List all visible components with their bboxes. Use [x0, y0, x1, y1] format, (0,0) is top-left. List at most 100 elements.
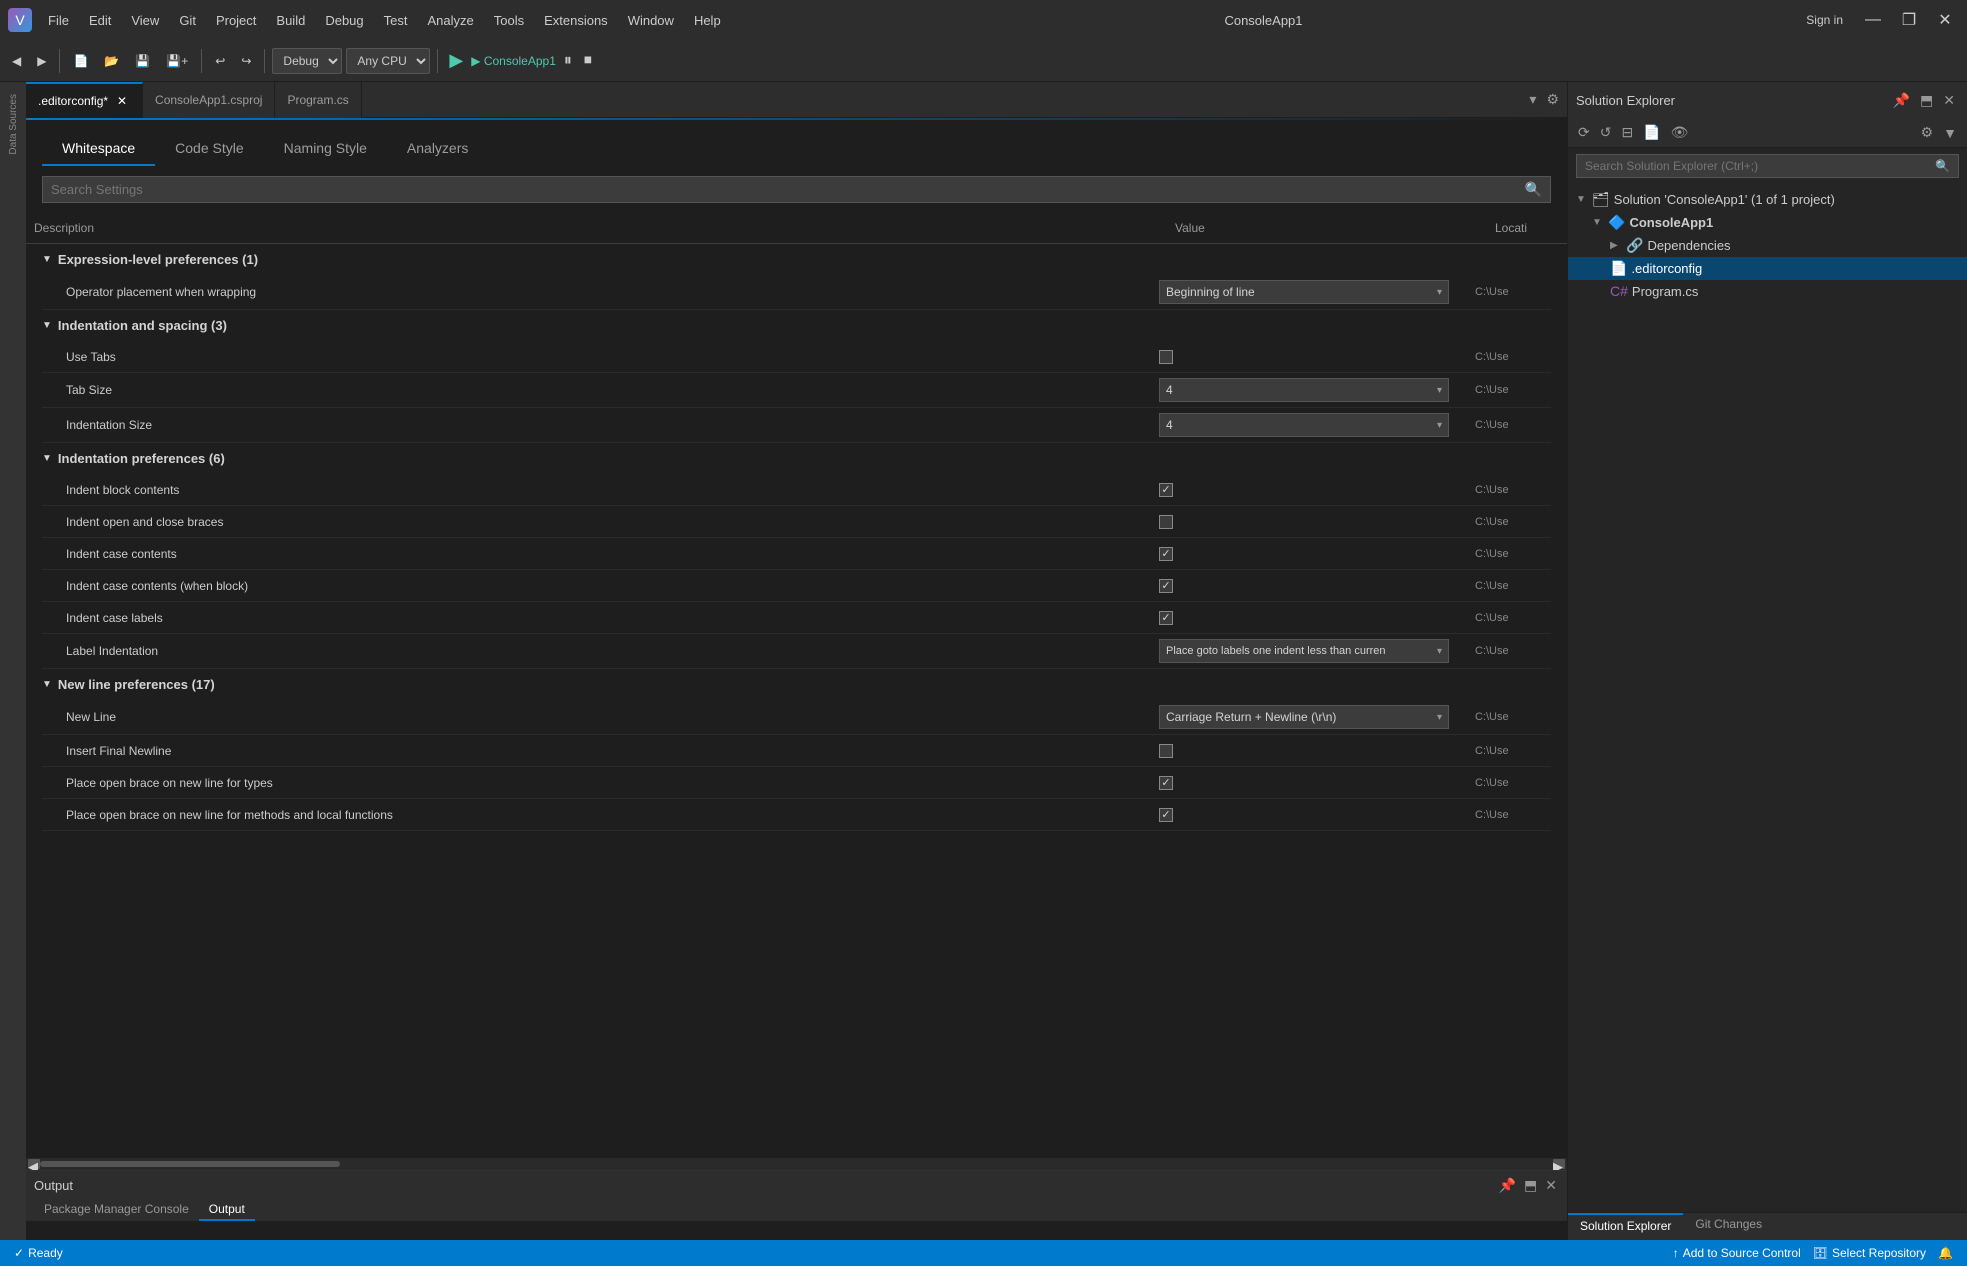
se-float-button[interactable]: ⬒ [1916, 90, 1937, 111]
pause-button[interactable]: ⏸ [560, 52, 576, 70]
title-bar: V FileEditViewGitProjectBuildDebugTestAn… [0, 0, 1967, 40]
section-expression-level[interactable]: ▼ Expression-level preferences (1) [42, 244, 1551, 275]
platform-dropdown[interactable]: Any CPU [346, 48, 430, 74]
new-project-button[interactable]: 📄 [67, 47, 94, 75]
tab-editorconfig[interactable]: .editorconfig* ✕ [26, 82, 143, 118]
se-sync-button[interactable]: ⟳ [1574, 122, 1594, 143]
indent-case-block-checkbox[interactable]: ✓ [1159, 579, 1173, 593]
menu-item-git[interactable]: Git [171, 9, 204, 32]
menu-item-file[interactable]: File [40, 9, 77, 32]
tree-project[interactable]: ▼ 🔷 ConsoleApp1 [1568, 211, 1967, 234]
scrollbar-track[interactable] [40, 1161, 1553, 1167]
notification-bell-button[interactable]: 🔔 [1932, 1246, 1959, 1260]
minimize-button[interactable]: — [1859, 6, 1887, 34]
operator-placement-dropdown[interactable]: Beginning of line ▾ [1159, 280, 1449, 304]
maximize-button[interactable]: ❐ [1895, 6, 1923, 34]
add-source-control-button[interactable]: ↑ Add to Source Control [1667, 1246, 1807, 1260]
settings-tab-namingstyle[interactable]: Naming Style [264, 132, 387, 166]
scroll-right-button[interactable]: ▶ [1553, 1159, 1565, 1169]
scrollbar-thumb[interactable] [40, 1161, 340, 1167]
tab-editorconfig-close[interactable]: ✕ [114, 93, 130, 109]
se-close-button[interactable]: ✕ [1939, 90, 1959, 111]
tab-program[interactable]: Program.cs [275, 82, 361, 118]
run-button[interactable]: ▶ [445, 50, 467, 71]
insert-final-newline-checkbox[interactable] [1159, 744, 1173, 758]
tree-program[interactable]: C# Program.cs [1568, 280, 1967, 302]
menu-item-edit[interactable]: Edit [81, 9, 119, 32]
menu-item-build[interactable]: Build [268, 9, 313, 32]
menu-item-project[interactable]: Project [208, 9, 264, 32]
open-brace-methods-checkbox[interactable]: ✓ [1159, 808, 1173, 822]
tab-size-dropdown[interactable]: 4 ▾ [1159, 378, 1449, 402]
indent-block-checkbox[interactable]: ✓ [1159, 483, 1173, 497]
select-repository-button[interactable]: 🗄 Select Repository [1807, 1246, 1932, 1260]
indent-braces-checkbox[interactable] [1159, 515, 1173, 529]
tree-editorconfig[interactable]: 📄 .editorconfig [1568, 257, 1967, 280]
section-indentation-prefs[interactable]: ▼ Indentation preferences (6) [42, 443, 1551, 474]
close-button[interactable]: ✕ [1931, 6, 1959, 34]
row-indent-block: Indent block contents ✓ C:\Use [42, 474, 1551, 506]
nav-back-button[interactable]: ◀ [6, 47, 27, 75]
menu-item-help[interactable]: Help [686, 9, 729, 32]
menu-item-view[interactable]: View [123, 9, 167, 32]
stop-button[interactable]: ⏹ [580, 52, 596, 70]
output-float-button[interactable]: ⬒ [1522, 1175, 1539, 1196]
output-tab-package-manager[interactable]: Package Manager Console [34, 1199, 199, 1221]
settings-tab-codestyle[interactable]: Code Style [155, 132, 263, 166]
settings-tab-whitespace[interactable]: Whitespace [42, 132, 155, 166]
menu-item-test[interactable]: Test [376, 9, 416, 32]
open-brace-types-checkbox[interactable]: ✓ [1159, 776, 1173, 790]
se-bottom-tabs: Solution Explorer Git Changes [1568, 1212, 1967, 1240]
se-filter-button[interactable]: ▼ [1939, 122, 1961, 143]
tab-bar-actions: ▾ ⚙ [1525, 89, 1567, 110]
se-refresh-button[interactable]: ↺ [1596, 122, 1616, 143]
output-close-button[interactable]: ✕ [1543, 1175, 1559, 1196]
menu-item-analyze[interactable]: Analyze [419, 9, 481, 32]
new-line-dropdown[interactable]: Carriage Return + Newline (\r\n) ▾ [1159, 705, 1449, 729]
output-tab-bar: Package Manager Console Output [26, 1199, 1567, 1222]
sign-in-link[interactable]: Sign in [1798, 9, 1851, 31]
se-settings-button[interactable]: ⚙ [1917, 122, 1938, 143]
output-pin-button[interactable]: 📌 [1497, 1175, 1518, 1196]
settings-tab-analyzers[interactable]: Analyzers [387, 132, 488, 166]
open-button[interactable]: 📂 [98, 47, 125, 75]
save-all-button[interactable]: 💾+ [160, 47, 194, 75]
output-tab-output[interactable]: Output [199, 1199, 255, 1221]
settings-search-input[interactable] [51, 182, 1525, 197]
scroll-left-button[interactable]: ◀ [28, 1159, 40, 1169]
menu-item-window[interactable]: Window [620, 9, 682, 32]
menu-item-tools[interactable]: Tools [486, 9, 532, 32]
label-indentation-dropdown[interactable]: Place goto labels one indent less than c… [1159, 639, 1449, 663]
se-search-input[interactable] [1585, 159, 1935, 173]
tree-dependencies[interactable]: ▶ 🔗 Dependencies [1568, 234, 1967, 257]
horizontal-scrollbar[interactable]: ◀ ▶ [26, 1158, 1567, 1170]
section-indentation-spacing[interactable]: ▼ Indentation and spacing (3) [42, 310, 1551, 341]
section-newline-prefs[interactable]: ▼ New line preferences (17) [42, 669, 1551, 700]
menu-item-debug[interactable]: Debug [317, 9, 371, 32]
tree-solution[interactable]: ▼ 🗂 Solution 'ConsoleApp1' (1 of 1 proje… [1568, 188, 1967, 211]
indent-case-labels-checkbox[interactable]: ✓ [1159, 611, 1173, 625]
tab-settings-button[interactable]: ⚙ [1542, 89, 1563, 110]
row-open-brace-types-location: C:\Use [1471, 777, 1551, 789]
run-label[interactable]: ▶ ConsoleApp1 [471, 54, 556, 68]
nav-forward-button[interactable]: ▶ [31, 47, 52, 75]
tab-csproj[interactable]: ConsoleApp1.csproj [143, 82, 275, 118]
se-tab-git-changes[interactable]: Git Changes [1683, 1213, 1774, 1240]
use-tabs-checkbox[interactable] [1159, 350, 1173, 364]
save-button[interactable]: 💾 [129, 47, 156, 75]
row-indent-braces-desc: Indent open and close braces [42, 515, 1151, 529]
se-preview-button[interactable]: 👁 [1667, 122, 1693, 143]
settings-header-row: Description Value Locati [26, 213, 1567, 244]
se-new-file-button[interactable]: 📄 [1639, 122, 1664, 143]
indentation-size-dropdown[interactable]: 4 ▾ [1159, 413, 1449, 437]
se-pin-button[interactable]: 📌 [1889, 90, 1914, 111]
se-tab-solution-explorer[interactable]: Solution Explorer [1568, 1213, 1683, 1240]
tab-list-button[interactable]: ▾ [1525, 89, 1540, 110]
se-collapse-button[interactable]: ⊟ [1617, 122, 1637, 143]
menu-item-extensions[interactable]: Extensions [536, 9, 616, 32]
indent-case-checkbox[interactable]: ✓ [1159, 547, 1173, 561]
row-indent-case-block-desc: Indent case contents (when block) [42, 579, 1151, 593]
build-config-dropdown[interactable]: Debug [272, 48, 342, 74]
undo-button[interactable]: ↩ [209, 47, 231, 75]
redo-button[interactable]: ↪ [235, 47, 257, 75]
